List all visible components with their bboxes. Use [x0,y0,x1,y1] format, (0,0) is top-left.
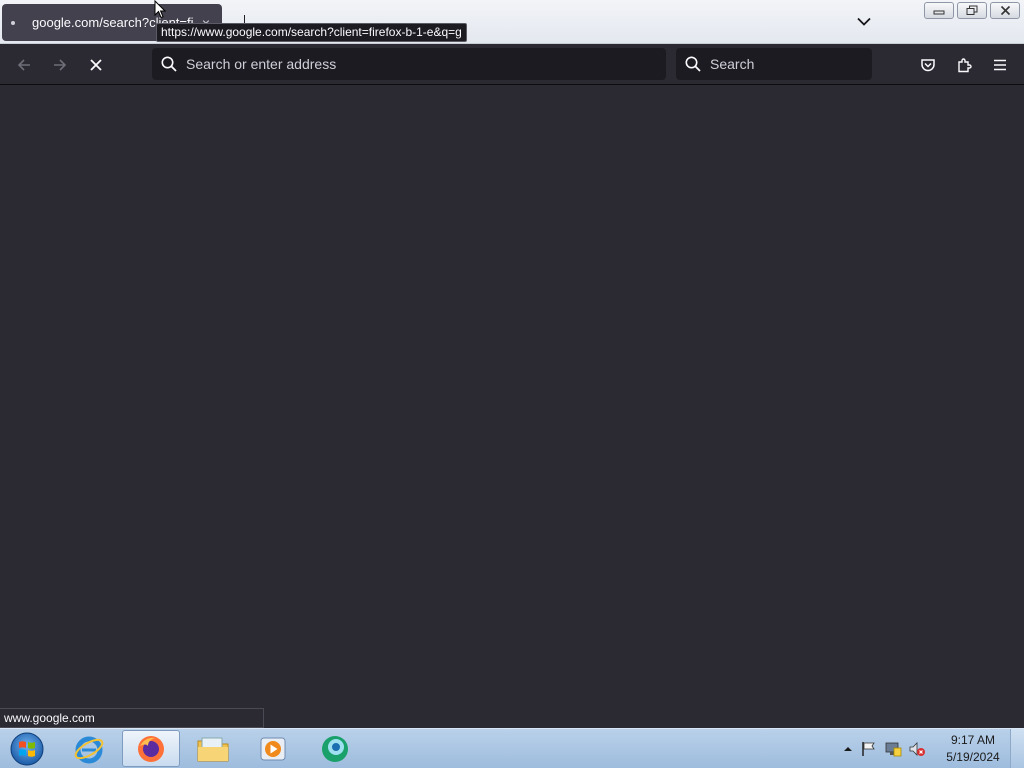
forward-icon [54,59,67,71]
media-player-icon [260,737,286,760]
page-content [0,85,1024,728]
search-bar[interactable] [676,48,872,80]
windows-start-icon [10,732,44,766]
network-icon[interactable] [884,740,902,758]
firefox-icon [138,735,164,762]
volume-muted-icon[interactable] [908,740,926,758]
search-icon [161,56,177,72]
extensions-button[interactable] [951,52,977,78]
taskbar-internet-explorer[interactable] [60,730,118,767]
start-button[interactable] [6,731,48,767]
close-icon [1000,5,1010,16]
status-panel: www.google.com [0,708,264,728]
back-icon [17,59,30,71]
taskbar-messenger[interactable] [306,730,364,767]
restore-button[interactable] [957,2,987,19]
tab-loading-dot-icon [11,20,15,25]
window-controls [924,2,1020,19]
taskbar-file-explorer[interactable] [184,730,242,767]
extensions-icon [958,58,972,73]
internet-explorer-icon [74,736,104,763]
address-bar[interactable] [152,48,666,80]
restore-icon [966,5,978,15]
show-desktop-button[interactable] [1010,729,1024,768]
tab-list-chevron-icon [857,17,871,26]
list-all-tabs-button[interactable] [852,10,876,32]
tab-tooltip: https://www.google.com/search?client=fir… [156,23,467,42]
save-to-pocket-button[interactable] [915,52,941,78]
forward-button[interactable] [47,52,73,78]
clock-date: 5/19/2024 [946,750,1000,764]
minimize-icon [933,10,945,14]
back-button[interactable] [11,52,37,78]
system-tray [842,735,926,763]
file-explorer-icon [197,737,229,761]
stop-loading-button[interactable] [83,52,109,78]
minimize-button[interactable] [924,2,954,19]
taskbar-clock[interactable]: 9:17 AM 5/19/2024 [940,732,1006,766]
clock-time: 9:17 AM [950,733,996,747]
address-input[interactable] [186,56,666,72]
pocket-icon [921,59,935,72]
show-hidden-icons-icon[interactable] [842,743,854,755]
menu-icon [994,59,1006,71]
navigation-toolbar [0,44,1024,85]
taskbar-firefox[interactable] [122,730,180,767]
action-center-flag-icon[interactable] [860,740,878,758]
search-input[interactable] [710,56,872,72]
taskbar-media-player[interactable] [244,730,302,767]
mouse-cursor-icon [154,0,166,19]
app-menu-button[interactable] [987,52,1013,78]
stop-icon [90,59,102,71]
close-window-button[interactable] [990,2,1020,19]
taskbar: 9:17 AM 5/19/2024 [0,728,1024,768]
search-icon [685,56,701,72]
messenger-icon [322,735,348,762]
